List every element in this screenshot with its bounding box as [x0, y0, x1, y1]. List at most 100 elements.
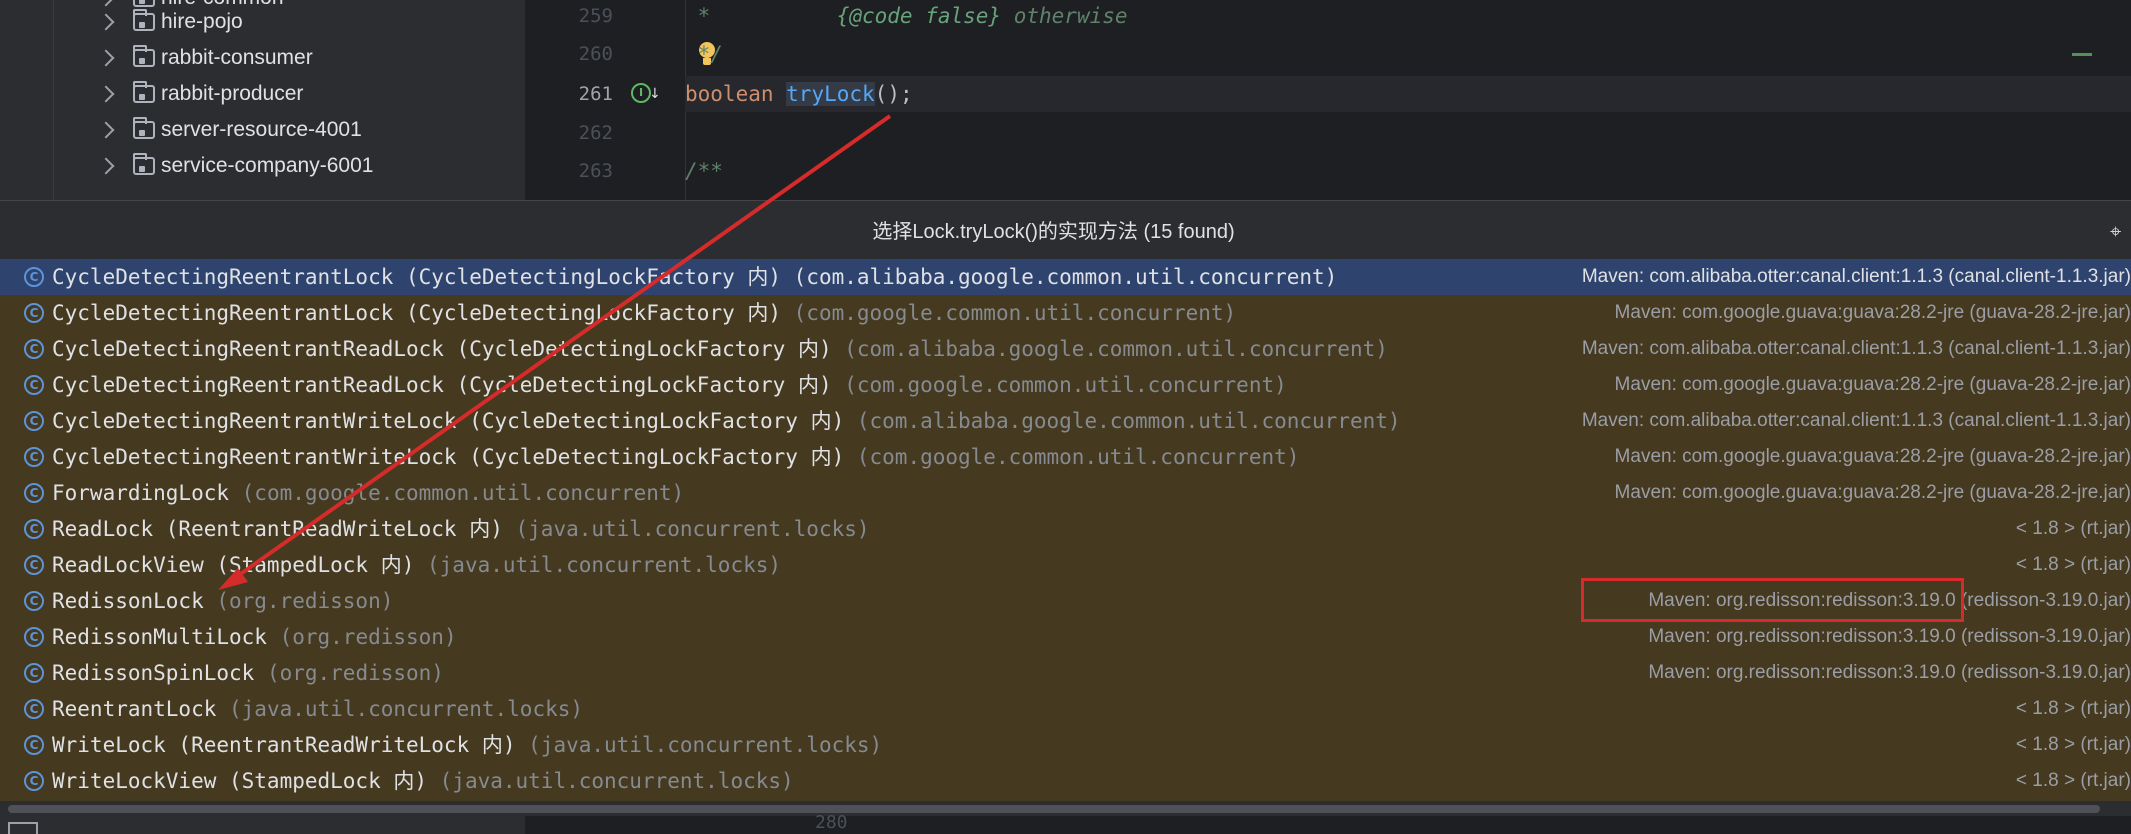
scrollbar-marker[interactable]	[2072, 53, 2092, 56]
list-item[interactable]: C CycleDetectingReentrantLock (CycleDete…	[0, 295, 2131, 331]
package-name: (com.google.common.util.concurrent)	[781, 301, 1237, 325]
list-item[interactable]: C CycleDetectingReentrantReadLock (Cycle…	[0, 367, 2131, 403]
class-name: RedissonMultiLock	[52, 625, 267, 649]
comment-text: /**	[685, 159, 723, 183]
class-icon: C	[24, 267, 44, 287]
class-name: ReentrantLock	[52, 697, 217, 721]
library-source: Maven: org.redisson:redisson:3.19.0 (red…	[1648, 662, 2131, 683]
tree-item-service-company-6001[interactable]: service-company-6001	[97, 148, 373, 184]
library-source: Maven: com.alibaba.otter:canal.client:1.…	[1581, 338, 2131, 359]
tree-item-hire-pojo[interactable]: hire-pojo	[97, 4, 243, 40]
list-item[interactable]: C RedissonMultiLock (org.redisson) Maven…	[0, 619, 2131, 655]
list-item[interactable]: C WriteLockView (StampedLock 内) (java.ut…	[0, 763, 2131, 799]
chevron-right-icon[interactable]	[97, 49, 115, 67]
class-name: CycleDetectingReentrantLock (CycleDetect…	[52, 265, 782, 289]
code-line[interactable]: */	[685, 36, 2131, 72]
comment-text: *	[685, 4, 837, 28]
go-to-implementation-arrow-icon[interactable]: ↓	[649, 86, 661, 102]
module-folder-icon	[133, 81, 155, 103]
class-name: ReadLockView (StampedLock 内)	[52, 553, 415, 577]
comment-text: otherwise	[1001, 4, 1128, 28]
code-line-current[interactable]: boolean tryLock();	[685, 76, 2131, 112]
class-name: WriteLock (ReentrantReadWriteLock 内)	[52, 733, 516, 757]
tree-item-rabbit-consumer[interactable]: rabbit-consumer	[97, 40, 313, 76]
line-number: 262	[578, 122, 613, 144]
class-icon: C	[24, 303, 44, 323]
code-line[interactable]: * {@code false} otherwise	[685, 0, 2131, 34]
list-item[interactable]: C CycleDetectingReentrantReadLock (Cycle…	[0, 331, 2131, 367]
list-item[interactable]: C ForwardingLock (com.google.common.util…	[0, 475, 2131, 511]
list-item[interactable]: C CycleDetectingReentrantWriteLock (Cycl…	[0, 439, 2131, 475]
line-number: 260	[578, 43, 613, 65]
library-source: Maven: com.google.guava:guava:28.2-jre (…	[1614, 374, 2131, 395]
package-name: (com.alibaba.google.common.util.concurre…	[831, 337, 1388, 361]
library-source: < 1.8 > (rt.jar)	[2015, 698, 2131, 719]
pin-icon[interactable]: ⌖	[2110, 219, 2131, 243]
editor-bottom-strip: 280	[0, 812, 2131, 834]
list-item[interactable]: C RedissonSpinLock (org.redisson) Maven:…	[0, 655, 2131, 691]
line-number: 263	[578, 160, 613, 182]
gutter-line: 260	[525, 36, 685, 72]
class-name: ForwardingLock	[52, 481, 230, 505]
keyword: boolean	[685, 82, 787, 106]
class-icon: C	[24, 447, 44, 467]
chevron-right-icon[interactable]	[97, 13, 115, 31]
class-icon: C	[24, 411, 44, 431]
terminal-icon[interactable]	[8, 822, 38, 834]
class-name: CycleDetectingReentrantLock (CycleDetect…	[52, 301, 782, 325]
class-icon: C	[24, 591, 44, 611]
class-icon: C	[24, 771, 44, 791]
code-line[interactable]: /**	[685, 153, 2131, 189]
method-name[interactable]: tryLock	[786, 82, 875, 106]
package-name: (java.util.concurrent.locks)	[216, 697, 584, 721]
tree-item-rabbit-producer[interactable]: rabbit-producer	[97, 76, 303, 112]
package-name: (org.redisson)	[254, 661, 444, 685]
scrollbar-thumb[interactable]	[8, 805, 2100, 813]
line-number: 261	[578, 83, 613, 105]
library-source: < 1.8 > (rt.jar)	[2015, 770, 2131, 791]
tree-item-server-resource-4001[interactable]: server-resource-4001	[97, 112, 362, 148]
package-name: (com.google.common.util.concurrent)	[844, 445, 1300, 469]
popup-header[interactable]: 选择Lock.tryLock()的实现方法 (15 found) ⌖	[0, 201, 2131, 259]
chevron-right-icon[interactable]	[97, 121, 115, 139]
chevron-right-icon[interactable]	[97, 85, 115, 103]
implementations-popup[interactable]: 选择Lock.tryLock()的实现方法 (15 found) ⌖ C Cyc…	[0, 200, 2131, 816]
library-source: < 1.8 > (rt.jar)	[2015, 734, 2131, 755]
module-folder-icon	[133, 117, 155, 139]
class-icon: C	[24, 699, 44, 719]
list-item-selected[interactable]: C CycleDetectingReentrantLock (CycleDete…	[0, 259, 2131, 295]
package-name: (com.google.common.util.concurrent)	[831, 373, 1287, 397]
result-list[interactable]: C CycleDetectingReentrantLock (CycleDete…	[0, 259, 2131, 799]
chevron-right-icon[interactable]	[97, 157, 115, 175]
javadoc-tag: {@code false}	[836, 4, 1002, 28]
class-icon: C	[24, 663, 44, 683]
code-editor[interactable]: 259 260 261 262 263 I ↓ * {@code false} …	[525, 0, 2131, 200]
popup-title: 选择Lock.tryLock()的实现方法 (15 found)	[872, 221, 1235, 243]
class-name: CycleDetectingReentrantWriteLock (CycleD…	[52, 445, 845, 469]
library-source: Maven: com.alibaba.otter:canal.client:1.…	[1581, 266, 2131, 287]
gutter-line: 263	[525, 153, 685, 189]
tree-indent-guide	[53, 0, 54, 200]
library-source: Maven: com.alibaba.otter:canal.client:1.…	[1581, 410, 2131, 431]
horizontal-scrollbar[interactable]	[0, 801, 2131, 816]
list-item[interactable]: C WriteLock (ReentrantReadWriteLock 内) (…	[0, 727, 2131, 763]
tree-item-label: rabbit-consumer	[161, 46, 313, 69]
implemented-method-icon[interactable]: I	[631, 83, 651, 103]
list-item[interactable]: C ReentrantLock (java.util.concurrent.lo…	[0, 691, 2131, 727]
package-name: (java.util.concurrent.locks)	[414, 553, 782, 577]
library-source: < 1.8 > (rt.jar)	[2015, 518, 2131, 539]
library-source: Maven: com.google.guava:guava:28.2-jre (…	[1614, 482, 2131, 503]
list-item[interactable]: C CycleDetectingReentrantWriteLock (Cycl…	[0, 403, 2131, 439]
module-folder-icon	[133, 45, 155, 67]
list-item[interactable]: C ReadLock (ReentrantReadWriteLock 内) (j…	[0, 511, 2131, 547]
module-folder-icon	[133, 153, 155, 175]
code-punctuation: ();	[874, 82, 913, 106]
comment-text: */	[685, 42, 723, 66]
code-line[interactable]	[685, 115, 2131, 151]
library-source: Maven: com.google.guava:guava:28.2-jre (…	[1614, 446, 2131, 467]
package-name: (java.util.concurrent.locks)	[515, 733, 883, 757]
gutter-line: 259	[525, 0, 685, 34]
class-icon: C	[24, 735, 44, 755]
package-name: (org.redisson)	[266, 625, 457, 649]
package-name: (com.google.common.util.concurrent)	[229, 481, 685, 505]
